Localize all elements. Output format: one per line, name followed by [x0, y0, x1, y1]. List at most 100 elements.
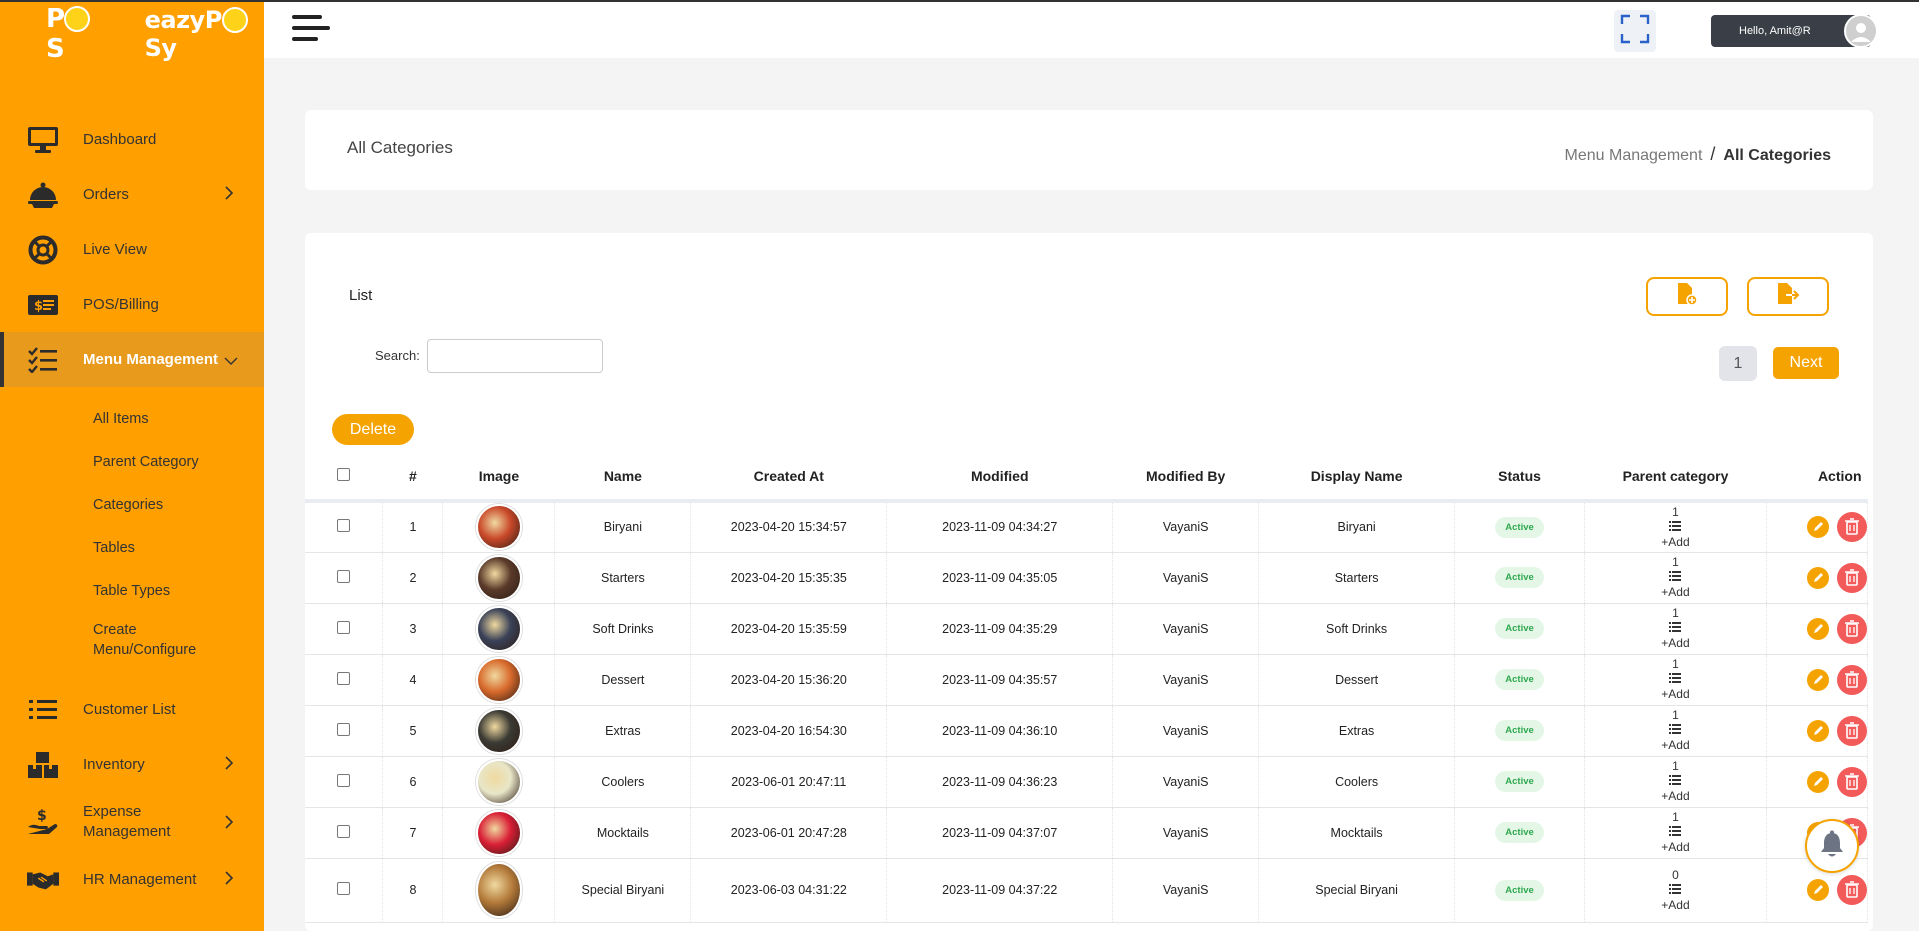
- pencil-icon: [1814, 522, 1823, 532]
- user-greeting: Hello, Amit@R: [1739, 25, 1811, 37]
- sidebar-item-label: Live View: [83, 241, 147, 258]
- list-icon[interactable]: [1585, 774, 1766, 789]
- row-select-cell: [305, 756, 384, 808]
- add-parent-link[interactable]: +Add: [1585, 535, 1766, 550]
- display-name: Biryani: [1258, 501, 1456, 553]
- menu-management-submenu: All Items Parent Category Categories Tab…: [0, 387, 264, 682]
- edit-button[interactable]: [1807, 668, 1829, 691]
- select-all-checkbox[interactable]: [337, 468, 351, 481]
- list-icon[interactable]: [1585, 520, 1766, 535]
- submenu-table-types[interactable]: Table Types: [0, 569, 264, 612]
- page-scrollbar[interactable]: [1910, 58, 1919, 931]
- status-cell: Active: [1454, 705, 1586, 757]
- delete-row-button[interactable]: [1837, 664, 1867, 695]
- submenu-all-items[interactable]: All Items: [0, 397, 264, 440]
- submenu-categories[interactable]: Categories: [0, 483, 264, 526]
- column-header[interactable]: Modified: [886, 453, 1113, 503]
- delete-button[interactable]: Delete: [332, 414, 414, 445]
- edit-button[interactable]: [1807, 879, 1829, 901]
- add-parent-link[interactable]: +Add: [1585, 636, 1766, 651]
- column-header[interactable]: Status: [1454, 453, 1585, 503]
- delete-row-button[interactable]: [1837, 562, 1867, 593]
- add-parent-link[interactable]: +Add: [1585, 898, 1766, 913]
- created-at: 2023-04-20 15:35:59: [690, 603, 888, 655]
- list-icon[interactable]: [1585, 883, 1766, 898]
- row-checkbox[interactable]: [337, 620, 351, 634]
- breadcrumb-parent[interactable]: Menu Management: [1565, 147, 1703, 164]
- row-checkbox[interactable]: [337, 671, 351, 685]
- modified-at: 2023-11-09 04:35:29: [886, 603, 1114, 655]
- list-icon[interactable]: [1585, 621, 1766, 636]
- sidebar-item-label: Orders: [83, 186, 129, 203]
- brand-logo[interactable]: PS eazyPSy: [0, 0, 264, 68]
- sidebar-item-dashboard[interactable]: Dashboard: [0, 112, 264, 167]
- delete-row-button[interactable]: [1837, 512, 1867, 543]
- trash-icon: [1845, 721, 1859, 739]
- export-button[interactable]: [1747, 277, 1829, 316]
- import-button[interactable]: [1646, 277, 1728, 316]
- column-header[interactable]: Action: [1766, 453, 1868, 503]
- sidebar-item-customer-list[interactable]: Customer List: [0, 682, 264, 737]
- delete-row-button[interactable]: [1837, 613, 1867, 644]
- next-page-button[interactable]: Next: [1773, 347, 1839, 379]
- add-parent-link[interactable]: +Add: [1585, 789, 1766, 804]
- add-parent-link[interactable]: +Add: [1585, 687, 1766, 702]
- sidebar: PS eazyPSy Dashboard Orders Live View $: [0, 0, 264, 931]
- file-export-icon: [1776, 282, 1800, 311]
- row-checkbox[interactable]: [337, 569, 351, 583]
- list-icon[interactable]: [1585, 570, 1766, 585]
- row-checkbox[interactable]: [337, 824, 351, 838]
- column-header[interactable]: Display Name: [1258, 453, 1455, 503]
- column-header[interactable]: Name: [554, 453, 691, 503]
- row-number: 7: [382, 807, 444, 859]
- submenu-tables[interactable]: Tables: [0, 526, 264, 569]
- list-icon[interactable]: [1585, 672, 1766, 687]
- avatar[interactable]: [1844, 14, 1878, 48]
- delete-row-button[interactable]: [1837, 766, 1867, 797]
- delete-row-button[interactable]: [1837, 875, 1867, 905]
- sidebar-item-orders[interactable]: Orders: [0, 167, 264, 222]
- search-input[interactable]: [427, 339, 603, 373]
- parent-category-cell: 1 +Add: [1584, 756, 1767, 808]
- delete-row-button[interactable]: [1837, 715, 1867, 746]
- add-parent-link[interactable]: +Add: [1585, 738, 1766, 753]
- column-header[interactable]: Parent category: [1584, 453, 1767, 503]
- edit-button[interactable]: [1807, 516, 1829, 539]
- sidebar-item-expense-management[interactable]: $ Expense Management: [0, 792, 264, 852]
- add-parent-link[interactable]: +Add: [1585, 585, 1766, 600]
- action-cell: [1766, 552, 1869, 604]
- edit-button[interactable]: [1807, 617, 1829, 640]
- column-header[interactable]: Modified By: [1112, 453, 1259, 503]
- column-header[interactable]: Created At: [690, 453, 887, 503]
- modified-by: VayaniS: [1112, 705, 1260, 757]
- column-header[interactable]: Image: [442, 453, 555, 503]
- edit-button[interactable]: [1807, 770, 1829, 793]
- edit-button[interactable]: [1807, 719, 1829, 742]
- add-parent-link[interactable]: +Add: [1585, 840, 1766, 855]
- modified-at: 2023-11-09 04:36:10: [886, 705, 1114, 757]
- sidebar-item-hr-management[interactable]: HR Management: [0, 852, 264, 907]
- notification-bell-button[interactable]: [1805, 819, 1859, 873]
- row-checkbox[interactable]: [337, 773, 351, 787]
- hamburger-menu-icon[interactable]: [292, 15, 330, 47]
- list-icon[interactable]: [1585, 825, 1766, 840]
- sidebar-item-live-view[interactable]: Live View: [0, 222, 264, 277]
- cloche-icon: [27, 179, 59, 211]
- sidebar-item-inventory[interactable]: Inventory: [0, 737, 264, 792]
- column-header[interactable]: #: [382, 453, 443, 503]
- trash-icon: [1845, 881, 1859, 898]
- fullscreen-button[interactable]: [1614, 10, 1656, 52]
- row-checkbox[interactable]: [337, 519, 351, 533]
- submenu-create-menu-configure[interactable]: Create Menu/Configure: [0, 612, 264, 668]
- sidebar-item-menu-management[interactable]: Menu Management: [0, 332, 264, 387]
- submenu-parent-category[interactable]: Parent Category: [0, 440, 264, 483]
- pagination-page-1[interactable]: 1: [1719, 346, 1757, 381]
- list-icon[interactable]: [1585, 723, 1766, 738]
- row-checkbox[interactable]: [337, 722, 351, 736]
- chevron-right-icon: [224, 755, 234, 775]
- row-checkbox[interactable]: [337, 882, 351, 895]
- sidebar-item-pos-billing[interactable]: $ POS/Billing: [0, 277, 264, 332]
- edit-button[interactable]: [1807, 566, 1829, 589]
- category-image: [475, 707, 522, 754]
- display-name: Soft Drinks: [1258, 603, 1456, 655]
